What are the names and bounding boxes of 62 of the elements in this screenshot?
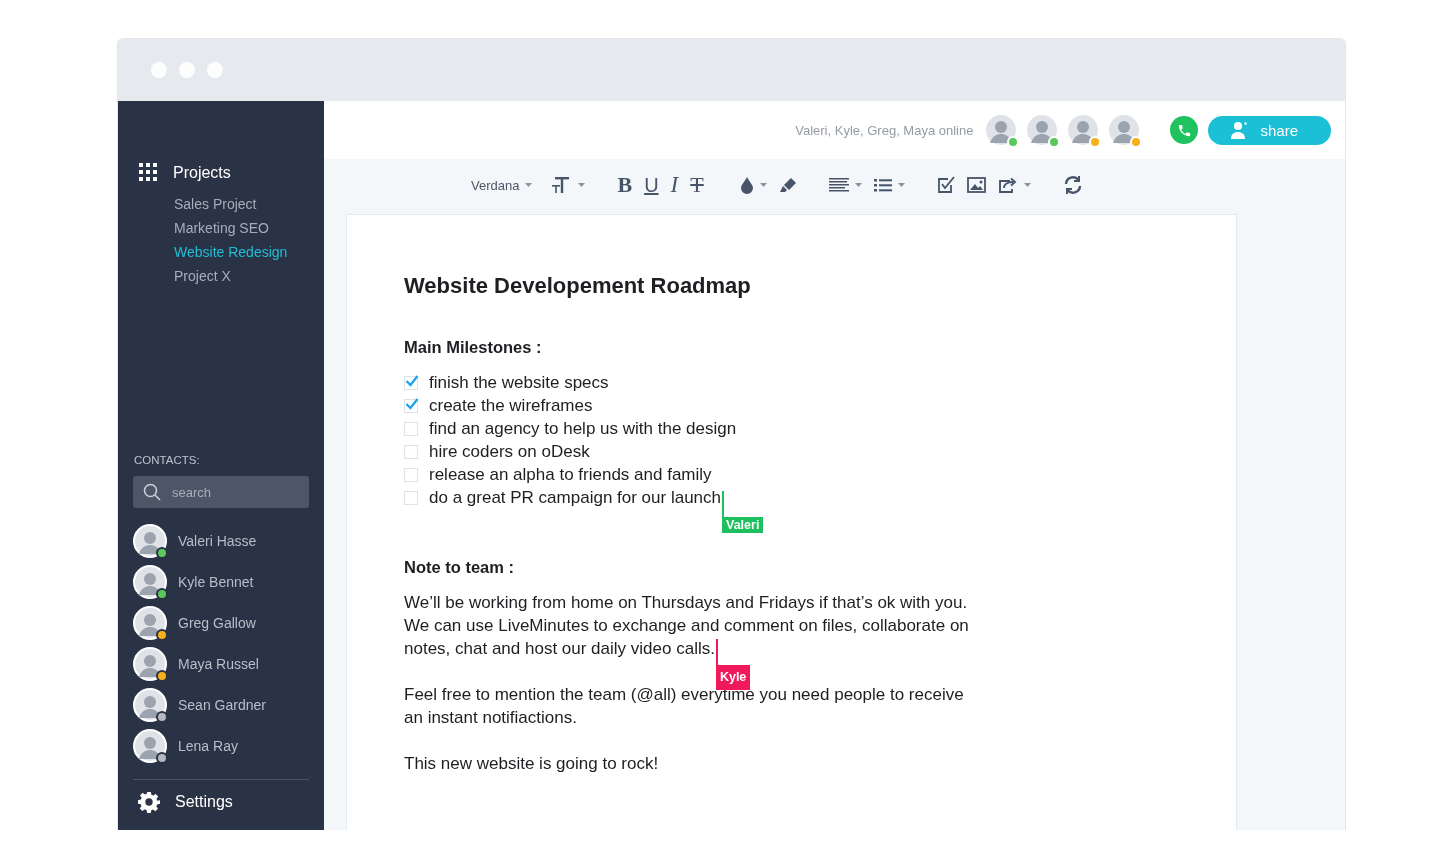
bold-button[interactable]: B bbox=[614, 172, 636, 198]
italic-button[interactable]: I bbox=[667, 172, 682, 198]
phone-icon bbox=[1176, 122, 1192, 138]
settings-link[interactable]: Settings bbox=[175, 793, 233, 811]
list-icon bbox=[873, 178, 892, 192]
search-icon bbox=[143, 483, 161, 501]
avatar bbox=[133, 728, 167, 763]
document-title: Website Developement Roadmap bbox=[404, 272, 751, 300]
image-icon bbox=[966, 177, 986, 193]
paragraph: We’ll be working from home on Thursdays and Fridays if that’s ok with you. We can use LiveMinutes to exchange and comment on files, collaborate on notes, chat and host our daily video calls. bbox=[404, 593, 969, 658]
underline-button[interactable]: U bbox=[641, 172, 662, 198]
align-icon bbox=[828, 178, 849, 192]
font-dropdown[interactable]: Verdana bbox=[468, 175, 536, 195]
contact-name[interactable]: Lena Ray bbox=[178, 737, 238, 754]
checkbox[interactable] bbox=[404, 490, 418, 505]
project-item[interactable]: Marketing SEO bbox=[133, 216, 269, 240]
avatar bbox=[1107, 113, 1142, 147]
contact-name[interactable]: Greg Gallow bbox=[178, 614, 256, 631]
projects-heading: Projects bbox=[173, 164, 231, 182]
avatar bbox=[133, 646, 167, 681]
avatar bbox=[133, 523, 167, 558]
checkbox[interactable] bbox=[404, 444, 418, 459]
task-text: finish the website specs bbox=[429, 372, 609, 394]
task-text: do a great PR campaign for our launch bbox=[429, 487, 721, 509]
avatar bbox=[1066, 113, 1101, 147]
checkbox[interactable] bbox=[404, 421, 418, 436]
avatar bbox=[133, 605, 167, 640]
strikethrough-button[interactable]: T bbox=[687, 172, 707, 198]
project-item[interactable]: Sales Project bbox=[133, 192, 257, 216]
checkbox[interactable] bbox=[404, 398, 418, 413]
avatar bbox=[1025, 113, 1060, 147]
grid-icon[interactable] bbox=[139, 163, 159, 183]
refresh-icon bbox=[1062, 175, 1083, 195]
contact-name[interactable]: Maya Russel bbox=[178, 655, 259, 672]
paragraph: This new website is going to rock! bbox=[404, 754, 659, 773]
settings-icon[interactable] bbox=[138, 791, 160, 813]
avatar bbox=[133, 564, 167, 599]
contact-name[interactable]: Kyle Bennet bbox=[178, 573, 254, 590]
contact-name[interactable]: Valeri Hasse bbox=[178, 532, 257, 549]
task-text: create the wireframes bbox=[429, 395, 593, 417]
task-text: find an agency to help us with the design bbox=[429, 418, 737, 440]
contact-name[interactable]: Sean Gardner bbox=[178, 696, 266, 713]
search-field[interactable]: search bbox=[133, 476, 309, 508]
drop-icon bbox=[739, 176, 754, 194]
section-heading: Main Milestones : bbox=[404, 337, 542, 358]
checkbox-icon bbox=[936, 176, 955, 194]
section-heading: Note to team : bbox=[404, 557, 514, 578]
marker-icon bbox=[778, 177, 797, 193]
checkbox[interactable] bbox=[404, 467, 418, 482]
person-icon bbox=[1230, 121, 1249, 139]
checkbox[interactable] bbox=[404, 375, 418, 390]
share-icon bbox=[997, 177, 1018, 193]
avatar bbox=[133, 687, 167, 722]
task-text: hire coders on oDesk bbox=[429, 441, 590, 463]
project-item[interactable]: Website Redesign bbox=[133, 240, 288, 264]
contacts-label: CONTACTS: bbox=[134, 454, 200, 466]
task-text: release an alpha to friends and family bbox=[429, 464, 712, 486]
cursor-label: Valeri bbox=[722, 517, 764, 533]
online-status: Valeri, Kyle, Greg, Maya online bbox=[795, 122, 974, 138]
cursor-label: Kyle bbox=[715, 665, 751, 690]
avatar bbox=[984, 113, 1019, 147]
project-item[interactable]: Project X bbox=[133, 264, 231, 288]
